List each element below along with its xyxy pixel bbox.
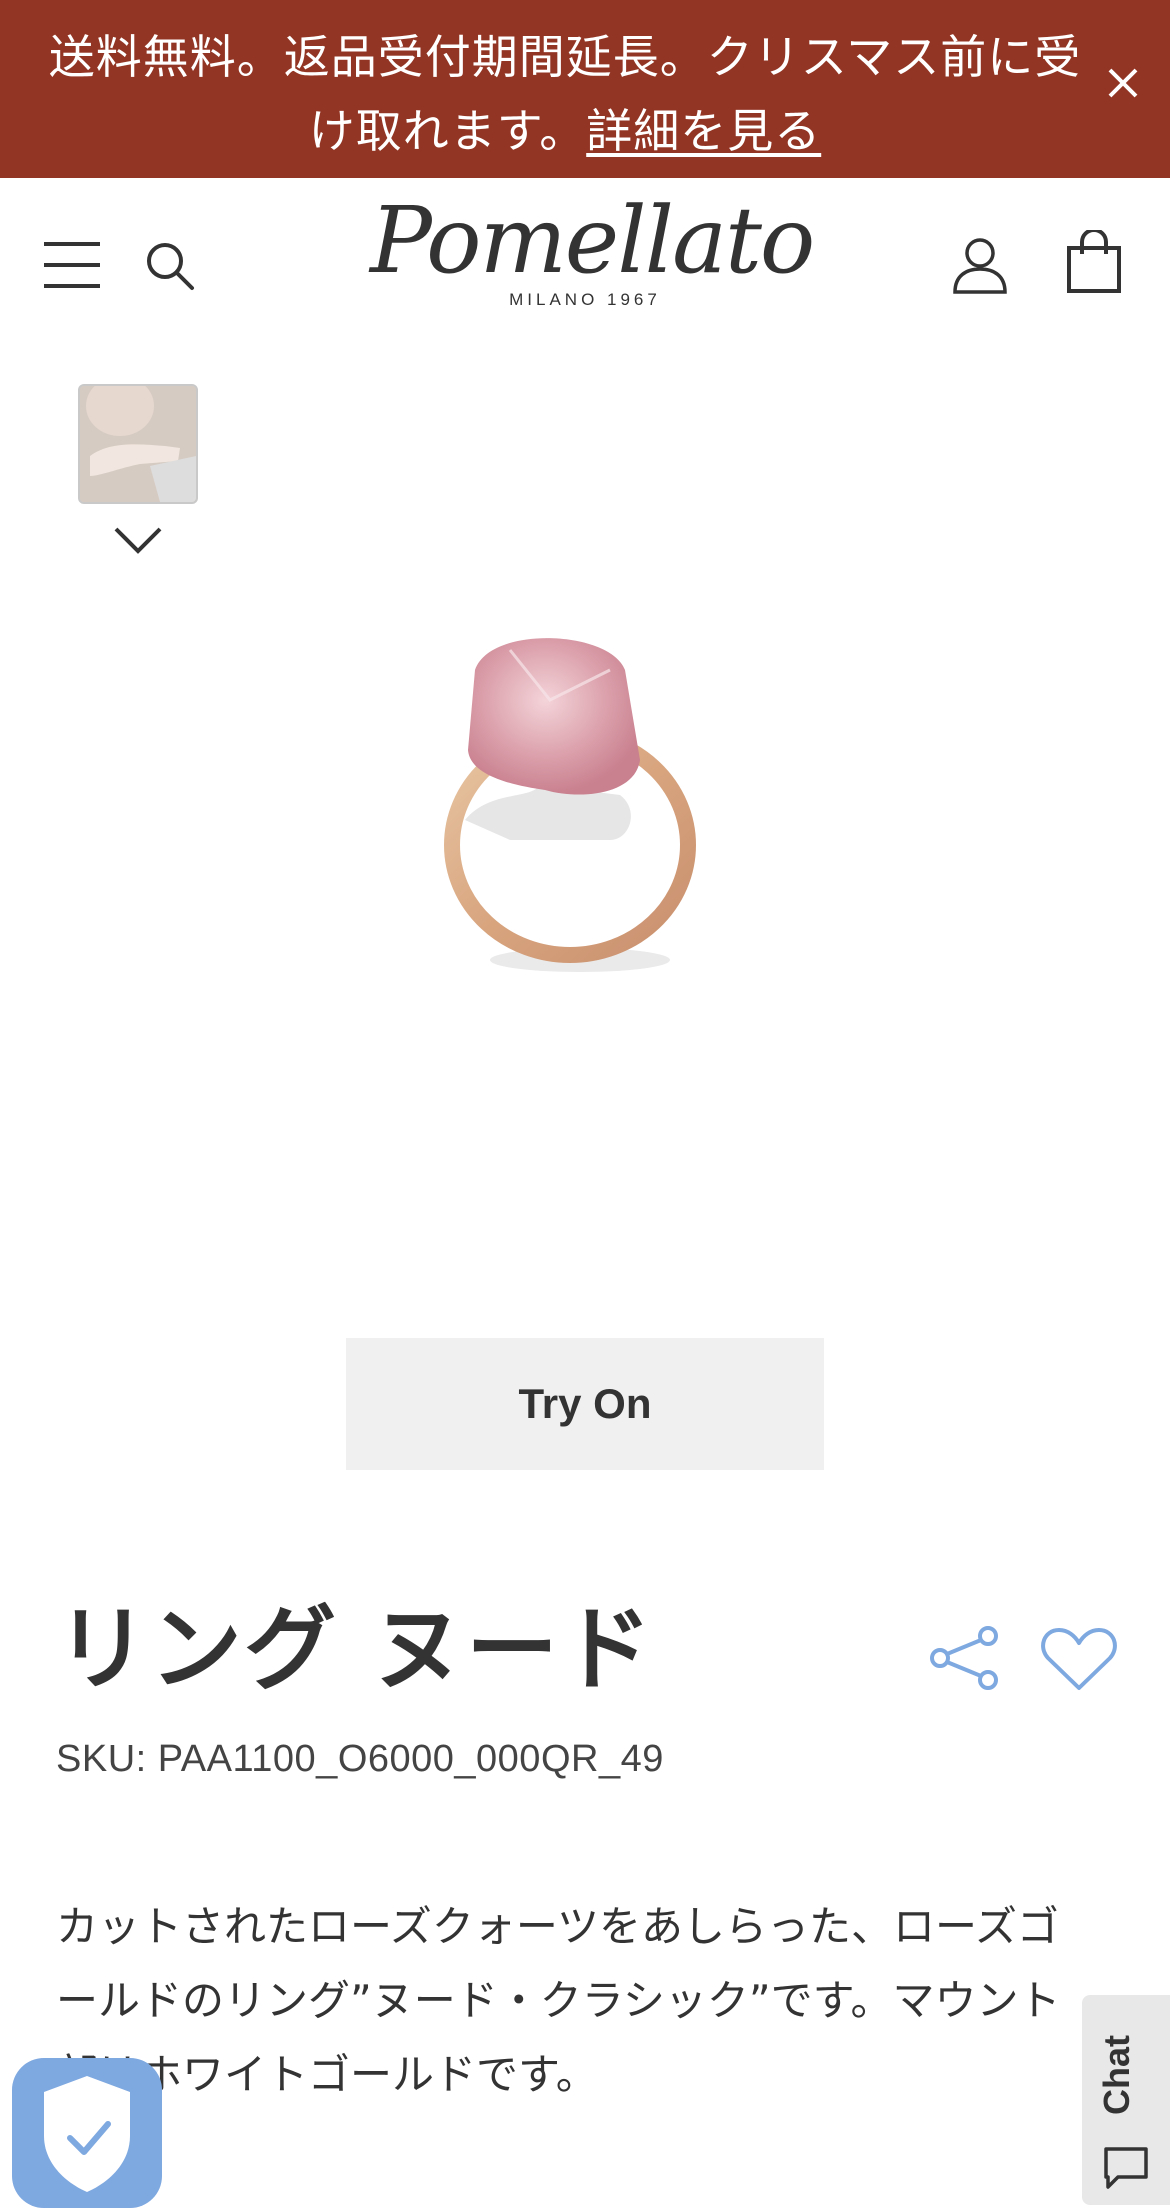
menu-icon[interactable] [44,240,100,290]
gallery-thumbnail[interactable] [78,384,198,504]
promo-message: 送料無料。返品受付期間延長。クリスマス前に受け取れます。詳細を見る [40,20,1090,168]
promo-banner: 送料無料。返品受付期間延長。クリスマス前に受け取れます。詳細を見る [0,0,1170,178]
account-icon[interactable] [952,236,1008,294]
try-on-button[interactable]: Try On [346,1338,824,1470]
product-title: リング ヌード [56,1596,655,1703]
promo-text: 送料無料。返品受付期間延長。クリスマス前に受け取れます。 [48,30,1082,158]
close-icon[interactable] [1100,60,1146,106]
product-sku: SKU: PAA1100_O6000_000QR_49 [56,1738,664,1780]
model-hand-thumbnail [80,386,196,502]
site-header: Pomellato MILANO 1967 [0,178,1170,350]
security-badge[interactable] [12,2058,162,2208]
product-description: カットされたローズクォーツをあしらった、ローズゴールドのリング”ヌード・クラシッ… [56,1902,1061,2099]
chat-label: Chat [1096,2035,1137,2115]
shield-check-icon [44,2076,130,2192]
promo-details-link[interactable]: 詳細を見る [586,104,821,158]
chat-tab[interactable]: Chat [1082,1995,1170,2205]
heart-icon[interactable] [1040,1626,1118,1692]
bag-icon[interactable] [1066,230,1122,294]
chat-bubble-icon [1104,2147,1148,2189]
chevron-down-icon[interactable] [112,525,164,557]
logo-wordmark: Pomellato [370,187,815,294]
brand-logo[interactable]: Pomellato MILANO 1967 [370,186,815,336]
share-icon[interactable] [928,1626,1002,1690]
product-image [444,638,696,972]
search-icon[interactable] [144,240,196,292]
